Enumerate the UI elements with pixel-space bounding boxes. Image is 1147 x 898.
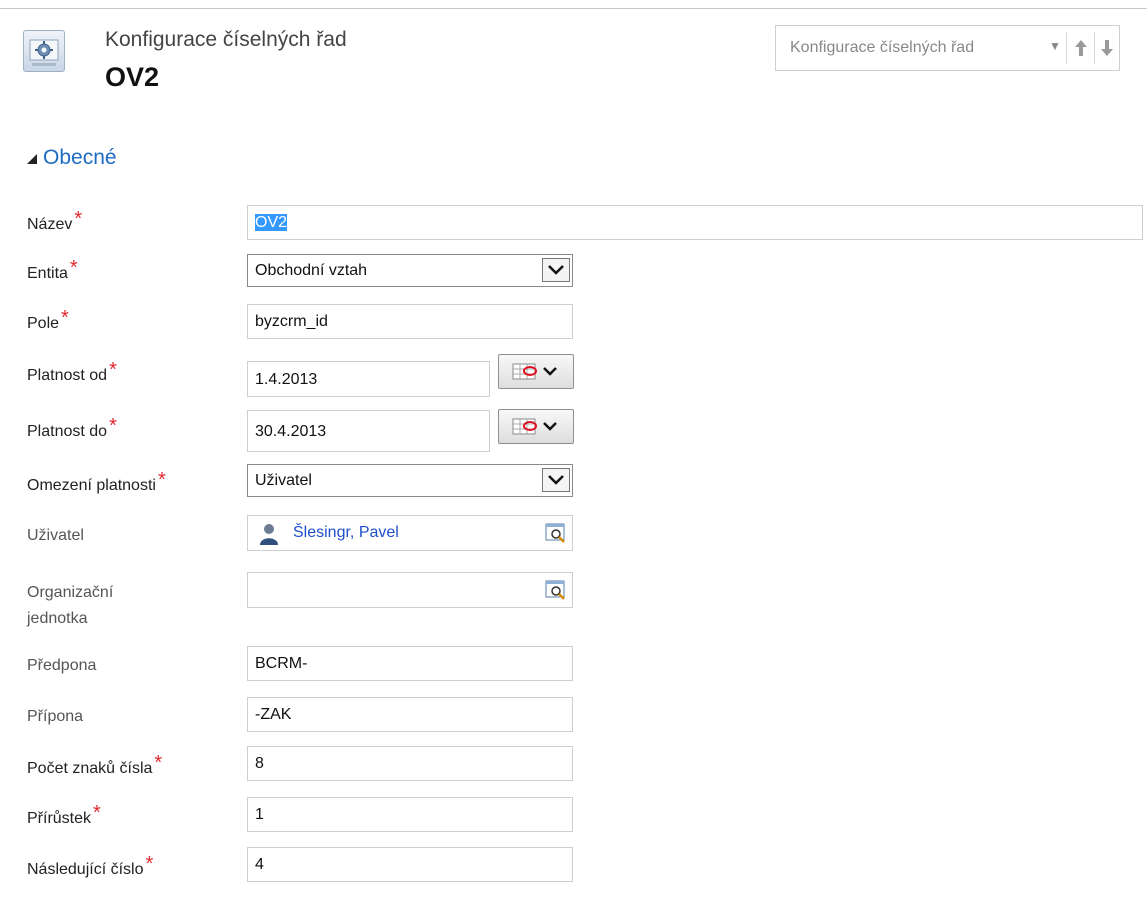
arrow-up-icon[interactable] [1070, 34, 1092, 62]
calendar-picker-button[interactable] [498, 354, 574, 389]
pripona-input[interactable]: -ZAK [247, 697, 573, 732]
caret-down-icon[interactable]: ▼ [1049, 39, 1061, 53]
entity-gear-icon [23, 30, 65, 72]
omezeni-platnosti-select[interactable]: Uživatel [247, 464, 573, 497]
label-pocet-znaku: Počet znaků čísla * [27, 752, 163, 777]
divider [1094, 32, 1095, 64]
label-nazev: Název * [27, 208, 83, 233]
label-platnost-od: Platnost od * [27, 359, 117, 384]
chevron-down-icon[interactable] [542, 468, 570, 492]
lookup-search-icon[interactable] [545, 522, 567, 544]
pocet-znaku-input[interactable]: 8 [247, 746, 573, 781]
platnost-od-input[interactable]: 1.4.2013 [247, 361, 490, 397]
collapse-triangle-icon[interactable] [27, 154, 37, 164]
nasledujici-cislo-input[interactable]: 4 [247, 847, 573, 882]
user-icon [258, 522, 280, 546]
record-set-dropdown[interactable]: Konfigurace číselných řad [790, 39, 974, 57]
platnost-do-input[interactable]: 30.4.2013 [247, 410, 490, 452]
record-title: OV2 [105, 62, 160, 92]
label-pripona: Přípona [27, 708, 84, 725]
calendar-picker-button[interactable] [498, 409, 574, 444]
label-predpona: Předpona [27, 657, 97, 674]
uzivatel-lookup[interactable]: Šlesingr, Pavel [247, 515, 573, 551]
label-nasledujici-cislo: Následující číslo * [27, 853, 154, 878]
predpona-input[interactable]: BCRM- [247, 646, 573, 681]
top-border [0, 8, 1147, 9]
arrow-down-icon[interactable] [1096, 34, 1118, 62]
label-pole: Pole * [27, 307, 69, 332]
label-platnost-do: Platnost do * [27, 415, 117, 440]
pole-input[interactable]: byzcrm_id [247, 304, 573, 339]
label-uzivatel: Uživatel [27, 527, 84, 544]
organizacni-jednotka-lookup[interactable] [247, 572, 573, 608]
label-entita: Entita * [27, 257, 78, 282]
lookup-search-icon[interactable] [545, 579, 567, 601]
nazev-input[interactable]: OV2 [247, 205, 1143, 240]
label-prirustek: Přírůstek * [27, 802, 101, 827]
uzivatel-link[interactable]: Šlesingr, Pavel [293, 516, 399, 550]
chevron-down-icon[interactable] [542, 258, 570, 282]
label-omezeni-platnosti: Omezení platnosti * [27, 469, 166, 494]
label-organizacni-jednotka: Organizační jednotka [27, 584, 114, 627]
entita-select[interactable]: Obchodní vztah [247, 254, 573, 287]
prirustek-input[interactable]: 1 [247, 797, 573, 832]
divider [1066, 32, 1067, 64]
record-navigation: Konfigurace číselných řad ▼ [775, 25, 1120, 71]
section-title: Obecné [43, 146, 117, 169]
entity-type-label: Konfigurace číselných řad [105, 28, 347, 51]
